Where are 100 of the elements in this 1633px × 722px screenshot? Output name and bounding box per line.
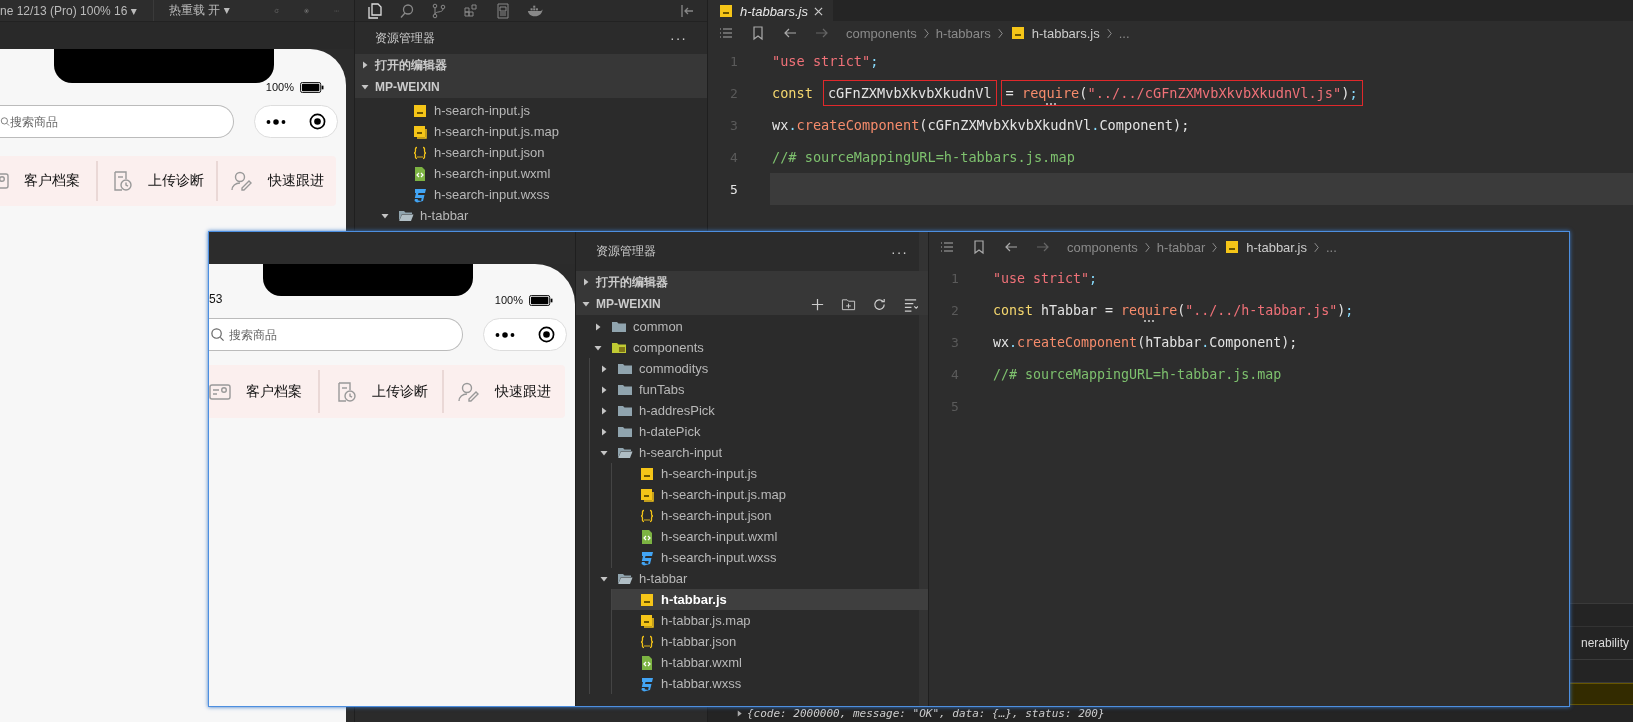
search-icon[interactable] [399,2,415,19]
file-item[interactable]: h-search-input.wxss [355,184,707,205]
status-time: 53 [209,292,223,306]
breadcrumb-item[interactable]: ... [1118,25,1130,41]
caret-down-icon[interactable] [361,83,369,91]
breadcrumb-item[interactable]: components [846,25,917,41]
refresh-icon[interactable] [872,296,887,312]
collapse-panel-icon[interactable] [679,2,695,19]
section-header[interactable]: MP-WEIXIN [576,293,928,315]
breadcrumb-item[interactable]: h-tabbars [935,25,991,41]
caret-right-icon[interactable] [600,406,608,415]
folder-item[interactable]: h-datePick [590,421,928,442]
json-file-icon [639,633,655,650]
caret-right-icon[interactable] [361,61,369,69]
more-icon[interactable] [495,330,516,339]
breadcrumb-item[interactable]: h-tabbar.js [1246,239,1307,255]
file-item[interactable]: h-search-input.json [612,505,928,526]
shortcut-item[interactable]: 快速跟进 [441,370,565,413]
file-item[interactable]: h-search-input.wxml [612,526,928,547]
battery-icon [300,82,324,93]
more-button[interactable]: ··· [670,30,687,46]
file-item[interactable]: h-search-input.js.map [355,121,707,142]
caret-down-icon[interactable] [582,300,590,308]
folder-item[interactable]: common [576,316,928,337]
panel-title: 资源管理器 [596,243,656,260]
panel-title: 资源管理器 [375,29,435,47]
files-icon[interactable] [367,2,383,19]
file-item[interactable]: h-tabbar.js.map [612,610,928,631]
file-item[interactable]: h-search-input.js [612,463,928,484]
code-line: //# sourceMappingURL=h-tabbars.js.map [771,148,1076,167]
json-file-icon [639,507,655,524]
editor-tab[interactable]: h-tabbars.js [708,0,833,21]
caret-right-icon[interactable] [600,427,608,436]
more-button[interactable]: ··· [891,243,908,260]
css-file-icon [412,186,428,203]
caret-down-icon[interactable] [381,211,389,220]
js-file-icon [412,102,428,119]
file-item[interactable]: h-search-input.json [355,142,707,163]
caret-down-icon[interactable] [594,343,602,352]
device-selector[interactable]: ne 12/13 (Pro) 100% 16 ▾ [0,3,137,18]
shortcut-item[interactable]: 客户档案 [0,161,96,201]
breadcrumb-item[interactable]: h-tabbars.js [1031,25,1100,41]
bookmark-icon[interactable] [750,25,766,41]
new-folder-icon[interactable] [841,296,856,312]
file-item[interactable]: h-search-input.js.map [612,484,928,505]
new-file-icon[interactable] [810,296,825,312]
breadcrumb-item[interactable]: components [1067,239,1138,255]
search-field[interactable]: 搜索商品 [209,318,463,351]
file-item[interactable]: h-search-input.wxml [355,163,707,184]
folder-item[interactable]: h-addresPick [590,400,928,421]
hot-reload-selector[interactable]: 热重载 开 ▾ [169,2,230,19]
file-item[interactable]: h-tabbar.wxml [612,652,928,673]
caret-right-icon[interactable] [600,385,608,394]
expand-icon[interactable] [736,710,743,717]
section-header[interactable]: MP-WEIXIN [355,76,707,98]
outline-icon[interactable] [939,239,955,255]
code-line: wx.createComponent(hTabbar.Component); [992,333,1299,352]
shortcut-item[interactable]: 客户档案 [209,370,318,413]
file-item[interactable]: h-search-input.wxss [612,547,928,568]
folder-item[interactable]: components [576,337,928,358]
caret-right-icon[interactable] [594,322,602,331]
bookmark-icon[interactable] [971,239,987,255]
caret-right-icon[interactable] [582,278,590,286]
search-icon [0,114,10,129]
breadcrumb-item[interactable]: h-tabbar [1156,239,1206,255]
search-icon [210,327,225,342]
breadcrumb-item[interactable]: ... [1325,239,1337,255]
more-icon[interactable] [266,117,287,126]
caret-down-icon[interactable] [600,574,608,583]
extensions-icon[interactable] [463,2,479,19]
file-item[interactable]: h-search-input.js [355,100,707,121]
capsule-button[interactable] [483,318,567,351]
folder-item[interactable]: h-search-input [590,442,928,463]
css-file-icon [639,549,655,566]
collapse-all-icon[interactable] [903,296,918,312]
branch-icon[interactable] [431,2,447,19]
person-pen-icon [230,169,254,193]
file-item[interactable]: h-tabbar.json [612,631,928,652]
folder-item[interactable]: commoditys [590,358,928,379]
shortcut-item[interactable]: 上传诊断 [318,370,442,413]
section-header[interactable]: 打开的编辑器 [576,271,928,293]
code-line: wx.createComponent(cGFnZXMvbXkvbXkudnVl.Component); [771,116,1191,135]
devtools-tab[interactable]: nerability [1580,636,1629,650]
map-file-icon [639,486,655,503]
caret-down-icon[interactable] [600,448,608,457]
caret-right-icon[interactable] [600,364,608,373]
outline-icon[interactable] [718,25,734,41]
folder-item[interactable]: h-tabbar [590,568,928,589]
section-header[interactable]: 打开的编辑器 [355,54,707,76]
shortcut-item[interactable]: 上传诊断 [96,161,216,201]
capsule-button[interactable] [254,105,338,138]
shortcut-item[interactable]: 快速跟进 [216,161,336,201]
battery-level: 100% [265,81,294,93]
file-item[interactable]: h-tabbar.wxss [612,673,928,694]
document-icon[interactable] [495,2,511,19]
folder-item[interactable]: funTabs [590,379,928,400]
json-file-icon [412,144,428,161]
search-field[interactable]: 搜索商品 [0,105,234,138]
file-item[interactable]: h-tabbar.js [612,589,928,610]
folder-item[interactable]: h-tabbar [355,205,707,226]
